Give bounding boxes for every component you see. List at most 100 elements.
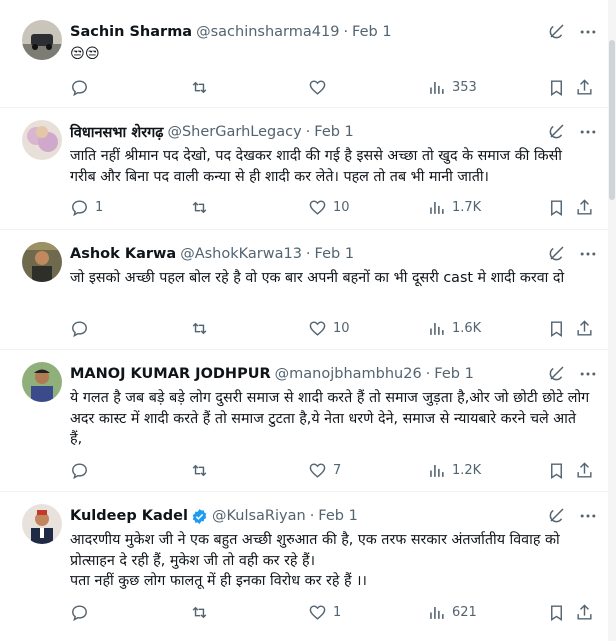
avatar[interactable] (22, 362, 62, 402)
views-icon (430, 606, 444, 619)
more-icon[interactable] (578, 122, 598, 142)
reply-button[interactable] (70, 602, 95, 622)
separator: · (309, 508, 315, 524)
display-name[interactable]: विधानसभा शेरगढ़ (70, 122, 163, 142)
timestamp[interactable]: Feb 1 (315, 246, 355, 262)
tweet[interactable]: Sachin Sharma @sachinsharma419 · Feb 1 😒… (0, 0, 616, 108)
retweet-icon (192, 201, 207, 213)
bookmark-button[interactable] (547, 602, 566, 622)
retweet-icon (192, 464, 207, 476)
grok-icon[interactable] (548, 244, 566, 262)
retweet-button[interactable] (190, 602, 215, 622)
tweet-text: आदरणीय मुकेश जी ने एक बहुत अच्छी शुरुआत … (70, 532, 560, 589)
more-icon[interactable] (578, 244, 598, 264)
view-count: 1.7K (452, 199, 482, 215)
tweet-text: जो इसको अच्छी पहल बोल रहे है वो एक बार अ… (70, 270, 565, 286)
display-name[interactable]: MANOJ KUMAR JODHPUR (70, 366, 271, 382)
views-icon (430, 322, 444, 335)
tweet[interactable]: Kuldeep Kadel @KulsaRiyan · Feb 1 आदरणीय… (0, 492, 616, 641)
scrollbar[interactable] (608, 0, 616, 641)
tweet[interactable]: MANOJ KUMAR JODHPUR @manojbhambhu26 · Fe… (0, 350, 616, 492)
bookmark-icon (551, 320, 562, 337)
views-button[interactable]: 1.2K (427, 460, 481, 480)
like-button[interactable] (308, 77, 333, 97)
bookmark-icon (551, 79, 562, 96)
reply-icon (72, 604, 87, 621)
grok-icon[interactable] (548, 364, 566, 382)
display-name[interactable]: Ashok Karwa (70, 246, 176, 262)
separator: · (425, 366, 431, 382)
tweet-header: Sachin Sharma @sachinsharma419 · Feb 1 (70, 22, 392, 42)
retweet-icon (192, 81, 207, 93)
views-button[interactable]: 1.6K (427, 318, 481, 338)
like-button[interactable]: 10 (308, 318, 350, 338)
separator: · (305, 124, 311, 140)
avatar[interactable] (22, 242, 62, 282)
like-icon (309, 462, 326, 478)
retweet-button[interactable] (190, 77, 215, 97)
user-handle[interactable]: @manojbhambhu26 (275, 366, 422, 382)
bookmark-button[interactable] (547, 460, 566, 480)
bookmark-button[interactable] (547, 77, 566, 97)
tweet-text: 😒😒 (70, 46, 100, 62)
share-button[interactable] (575, 318, 594, 338)
like-button[interactable]: 7 (308, 460, 341, 480)
tweet-header: MANOJ KUMAR JODHPUR @manojbhambhu26 · Fe… (70, 364, 474, 384)
bookmark-button[interactable] (547, 197, 566, 217)
user-handle[interactable]: @SherGarhLegacy (167, 124, 301, 140)
user-handle[interactable]: @sachinsharma419 (196, 24, 339, 40)
retweet-button[interactable] (190, 318, 215, 338)
views-button[interactable]: 1.7K (427, 197, 481, 217)
user-handle[interactable]: @KulsaRiyan (212, 508, 306, 524)
action-bar: 7 1.2K (70, 460, 592, 480)
tweet[interactable]: Ashok Karwa @AshokKarwa13 · Feb 1 जो इसक… (0, 230, 616, 350)
retweet-icon (192, 322, 207, 334)
grok-icon[interactable] (548, 506, 566, 524)
replies-timeline: Sachin Sharma @sachinsharma419 · Feb 1 😒… (0, 0, 616, 641)
tweet-header: विधानसभा शेरगढ़ @SherGarhLegacy · Feb 1 (70, 122, 354, 142)
tweet[interactable]: विधानसभा शेरगढ़ @SherGarhLegacy · Feb 1 … (0, 108, 616, 230)
views-button[interactable]: 621 (427, 602, 477, 622)
grok-icon[interactable] (548, 122, 566, 140)
like-button[interactable]: 10 (308, 197, 350, 217)
bookmark-button[interactable] (547, 318, 566, 338)
reply-button[interactable] (70, 460, 95, 480)
timestamp[interactable]: Feb 1 (314, 124, 354, 140)
user-handle[interactable]: @AshokKarwa13 (180, 246, 302, 262)
views-button[interactable]: 353 (427, 77, 477, 97)
retweet-icon (192, 606, 207, 618)
timestamp[interactable]: Feb 1 (352, 24, 392, 40)
display-name[interactable]: Sachin Sharma (70, 24, 192, 40)
more-icon[interactable] (578, 22, 598, 42)
reply-icon (72, 79, 87, 96)
like-icon (309, 199, 326, 215)
share-button[interactable] (575, 460, 594, 480)
reply-icon (72, 199, 87, 216)
retweet-button[interactable] (190, 460, 215, 480)
share-button[interactable] (575, 197, 594, 217)
reply-button[interactable] (70, 318, 95, 338)
timestamp[interactable]: Feb 1 (318, 508, 358, 524)
avatar[interactable] (22, 504, 62, 544)
reply-button[interactable] (70, 77, 95, 97)
grok-icon[interactable] (548, 22, 566, 40)
separator: · (305, 246, 311, 262)
view-count: 621 (452, 604, 477, 620)
avatar[interactable] (22, 20, 62, 60)
timestamp[interactable]: Feb 1 (434, 366, 474, 382)
views-icon (430, 464, 444, 477)
share-button[interactable] (575, 602, 594, 622)
retweet-button[interactable] (190, 197, 215, 217)
like-count: 10 (333, 199, 350, 215)
like-icon (309, 604, 326, 620)
share-button[interactable] (575, 77, 594, 97)
views-icon (430, 201, 444, 214)
like-button[interactable]: 1 (308, 602, 341, 622)
more-icon[interactable] (578, 506, 598, 526)
display-name[interactable]: Kuldeep Kadel (70, 508, 188, 524)
reply-count: 1 (95, 199, 104, 215)
reply-button[interactable]: 1 (70, 197, 103, 217)
avatar[interactable] (22, 120, 62, 160)
scrollbar-thumb[interactable] (609, 40, 615, 200)
more-icon[interactable] (578, 364, 598, 384)
